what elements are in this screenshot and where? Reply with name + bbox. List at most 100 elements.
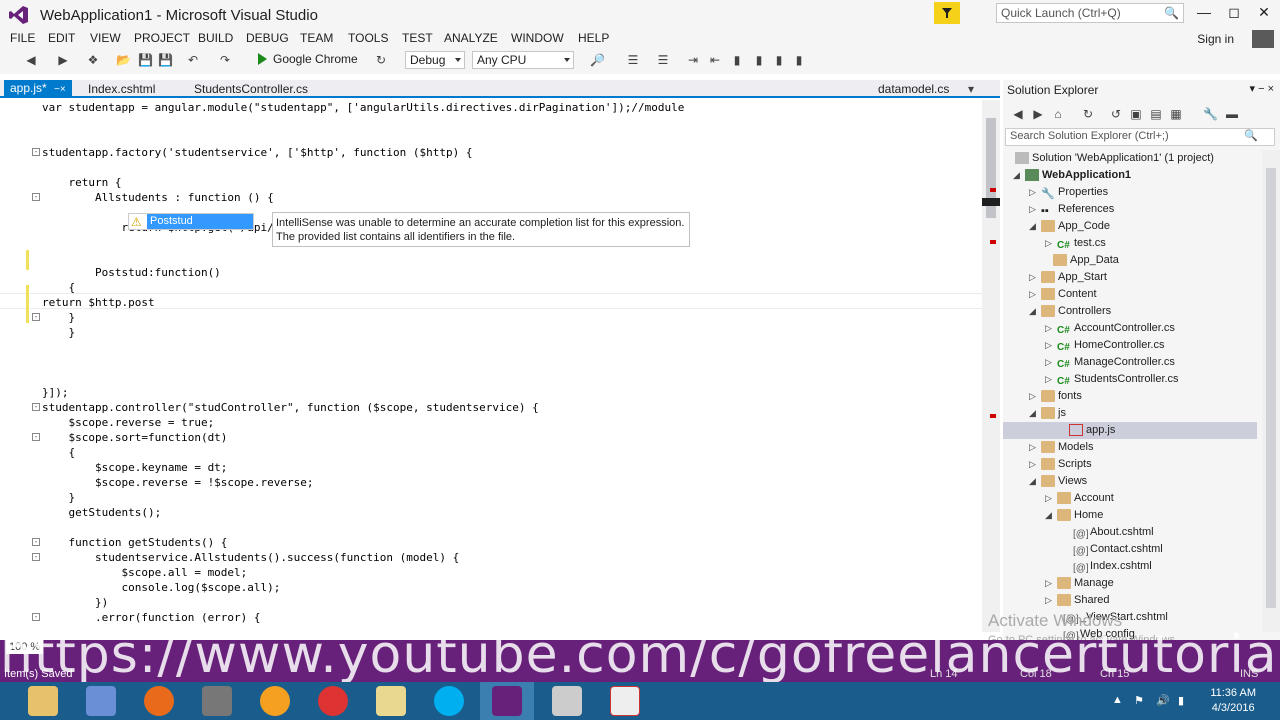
collapse-all-icon[interactable]: ▣ (1129, 107, 1143, 121)
media-player-icon[interactable] (260, 686, 290, 716)
network-icon[interactable]: ▲ (1112, 694, 1123, 706)
code-editor[interactable]: - - - - - - - - var studentapp = angular… (0, 100, 982, 632)
collapse-icon[interactable]: - (32, 553, 40, 561)
tree-file[interactable]: ▷ C# test.cs (1045, 235, 1106, 252)
minimize-button[interactable]: — (1192, 4, 1216, 24)
preview-icon[interactable]: ▬ (1225, 107, 1239, 121)
platform-dropdown[interactable]: Any CPU (472, 51, 574, 69)
tree-file[interactable]: ▷ C# ManageController.cs (1045, 354, 1175, 371)
collapse-icon[interactable]: - (32, 433, 40, 441)
sync-icon[interactable]: ↻ (1081, 107, 1095, 121)
properties-wrench-icon[interactable]: 🔧 (1203, 107, 1218, 121)
solution-explorer-scrollbar[interactable] (1262, 150, 1280, 632)
menu-edit[interactable]: EDIT (48, 31, 75, 45)
battery-icon[interactable]: ▮ (1178, 694, 1184, 707)
tree-folder[interactable]: ▷ Manage (1045, 575, 1114, 592)
collapse-icon[interactable]: - (32, 313, 40, 321)
file-explorer-icon[interactable] (28, 686, 58, 716)
save-all-icon[interactable]: 💾 (158, 53, 173, 67)
tree-file[interactable]: [@]About.cshtml (1073, 524, 1154, 541)
menu-help[interactable]: HELP (578, 31, 609, 45)
tree-folder[interactable]: ◢ App_Code (1029, 218, 1110, 235)
collapse-icon[interactable]: - (32, 193, 40, 201)
firefox-icon[interactable] (144, 686, 174, 716)
tree-file[interactable]: [@]Index.cshtml (1073, 558, 1152, 575)
refresh-icon[interactable]: ↺ (1109, 107, 1123, 121)
pin-icon[interactable]: −× (54, 84, 66, 95)
tree-folder[interactable]: ▷ Scripts (1029, 456, 1092, 473)
tree-folder[interactable]: App_Data (1041, 252, 1119, 269)
panel-controls-icon[interactable]: ▾ − × (1250, 82, 1274, 95)
menu-file[interactable]: FILE (10, 31, 35, 45)
quick-launch-input[interactable]: Quick Launch (Ctrl+Q) 🔍 (996, 3, 1184, 23)
clear-bookmarks-icon[interactable]: ▮ (792, 53, 806, 67)
tree-file[interactable]: ▷ C# AccountController.cs (1045, 320, 1175, 337)
undo-icon[interactable]: ↶ (186, 53, 200, 67)
forward-icon[interactable]: ▶ (56, 53, 70, 67)
tree-project[interactable]: ◢ WebApplication1 (1013, 167, 1131, 184)
outdent-icon[interactable]: ⇤ (708, 53, 722, 67)
tree-file[interactable]: [@]Contact.cshtml (1073, 541, 1163, 558)
system-clock[interactable]: 11:36 AM 4/3/2016 (1210, 686, 1256, 716)
show-all-files-icon[interactable]: ▤ (1149, 107, 1163, 121)
start-debugging-button[interactable]: Google Chrome (258, 52, 358, 66)
recorder-icon[interactable] (610, 686, 640, 716)
tree-folder[interactable]: ▷ App_Start (1029, 269, 1107, 286)
menu-project[interactable]: PROJECT (134, 31, 190, 45)
solution-search-input[interactable]: Search Solution Explorer (Ctrl+;) 🔍 (1005, 128, 1275, 146)
configuration-dropdown[interactable]: Debug (405, 51, 465, 69)
tree-file[interactable]: ▷ C# StudentsController.cs (1045, 371, 1179, 388)
tab-students-controller[interactable]: StudentsController.cs (188, 81, 314, 98)
tree-file-selected[interactable]: app.js (1003, 422, 1257, 439)
refresh-icon[interactable]: ↻ (374, 53, 388, 67)
visual-studio-icon[interactable] (492, 686, 522, 716)
tree-folder[interactable]: ◢ js (1029, 405, 1066, 422)
tab-index-cshtml[interactable]: Index.cshtml (82, 81, 161, 98)
skype-icon[interactable] (434, 686, 464, 716)
redo-icon[interactable]: ↷ (218, 53, 232, 67)
home-icon[interactable]: ⌂ (1051, 107, 1065, 121)
tree-folder[interactable]: ◢ Home (1045, 507, 1103, 524)
collapse-icon[interactable]: - (32, 613, 40, 621)
tab-list-chevron-icon[interactable]: ▾ (964, 82, 978, 96)
comment-icon[interactable]: ☰ (626, 53, 640, 67)
menu-debug[interactable]: DEBUG (246, 31, 289, 45)
prev-bookmark-icon[interactable]: ▮ (752, 53, 766, 67)
sign-in-link[interactable]: Sign in (1197, 32, 1234, 46)
tab-datamodel[interactable]: datamodel.cs (872, 81, 955, 98)
menu-analyze[interactable]: ANALYZE (444, 31, 498, 45)
tree-references[interactable]: ▷ ▪▪ References (1029, 201, 1114, 218)
tree-file[interactable]: ▷ C# HomeController.cs (1045, 337, 1164, 354)
find-icon[interactable]: 🔎 (590, 53, 605, 67)
menu-team[interactable]: TEAM (300, 31, 333, 45)
back-icon[interactable]: ◀ (1011, 107, 1025, 121)
view-code-icon[interactable]: ▦ (1169, 107, 1183, 121)
collapse-icon[interactable]: - (32, 148, 40, 156)
user-avatar-icon[interactable] (1252, 30, 1274, 48)
tree-folder[interactable]: ▷ Content (1029, 286, 1097, 303)
back-icon[interactable]: ◀ (24, 53, 38, 67)
tools-icon[interactable] (202, 686, 232, 716)
paint-icon[interactable] (86, 686, 116, 716)
close-button[interactable]: ✕ (1252, 4, 1276, 24)
tree-solution[interactable]: Solution 'WebApplication1' (1 project) (1015, 150, 1214, 167)
collapse-icon[interactable]: - (32, 538, 40, 546)
open-file-icon[interactable]: 📂 (116, 53, 131, 67)
bookmark-icon[interactable]: ▮ (730, 53, 744, 67)
menu-tools[interactable]: TOOLS (348, 31, 388, 45)
menu-build[interactable]: BUILD (198, 31, 233, 45)
next-bookmark-icon[interactable]: ▮ (772, 53, 786, 67)
tree-folder[interactable]: ◢ Views (1029, 473, 1087, 490)
new-project-icon[interactable]: ❖ (86, 53, 100, 67)
tree-properties[interactable]: ▷ 🔧 Properties (1029, 184, 1108, 201)
indent-icon[interactable]: ⇥ (686, 53, 700, 67)
tree-folder[interactable]: ▷ fonts (1029, 388, 1082, 405)
forward-icon[interactable]: ▶ (1031, 107, 1045, 121)
notification-flag-icon[interactable] (934, 2, 960, 24)
save-icon[interactable]: 💾 (138, 53, 153, 67)
collapse-icon[interactable]: - (32, 403, 40, 411)
tree-folder[interactable]: ▷ Shared (1045, 592, 1109, 609)
uncomment-icon[interactable]: ☰ (656, 53, 670, 67)
menu-test[interactable]: TEST (402, 31, 433, 45)
tab-app-js[interactable]: app.js* −× (4, 80, 72, 98)
